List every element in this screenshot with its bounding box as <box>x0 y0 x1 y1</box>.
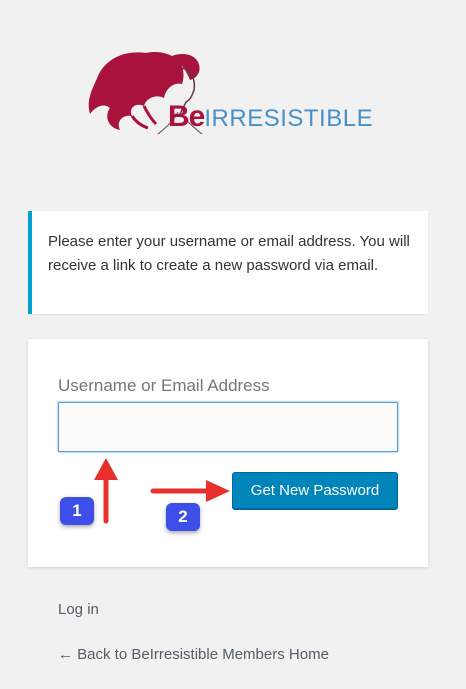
get-new-password-button[interactable]: Get New Password <box>232 472 398 509</box>
annotation-badge-1: 1 <box>60 497 94 525</box>
info-message-text: Please enter your username or email addr… <box>48 233 410 274</box>
logo-text-rest: IRRESISTIBLE <box>204 105 374 132</box>
logo-hair-strands <box>130 105 158 130</box>
back-to-home-link[interactable]: ← Back to BeIrresistible Members Home <box>58 646 329 663</box>
username-input[interactable] <box>58 402 398 452</box>
logo-text-be: Be <box>168 100 205 133</box>
lost-password-form: Username or Email Address Get New Passwo… <box>28 339 428 567</box>
username-label: Username or Email Address <box>58 376 270 395</box>
info-message: Please enter your username or email addr… <box>28 211 428 314</box>
annotation-badge-2: 2 <box>166 503 200 531</box>
logo-text: BeIRRESISTIBLE <box>168 100 373 134</box>
login-link[interactable]: Log in <box>58 601 99 618</box>
